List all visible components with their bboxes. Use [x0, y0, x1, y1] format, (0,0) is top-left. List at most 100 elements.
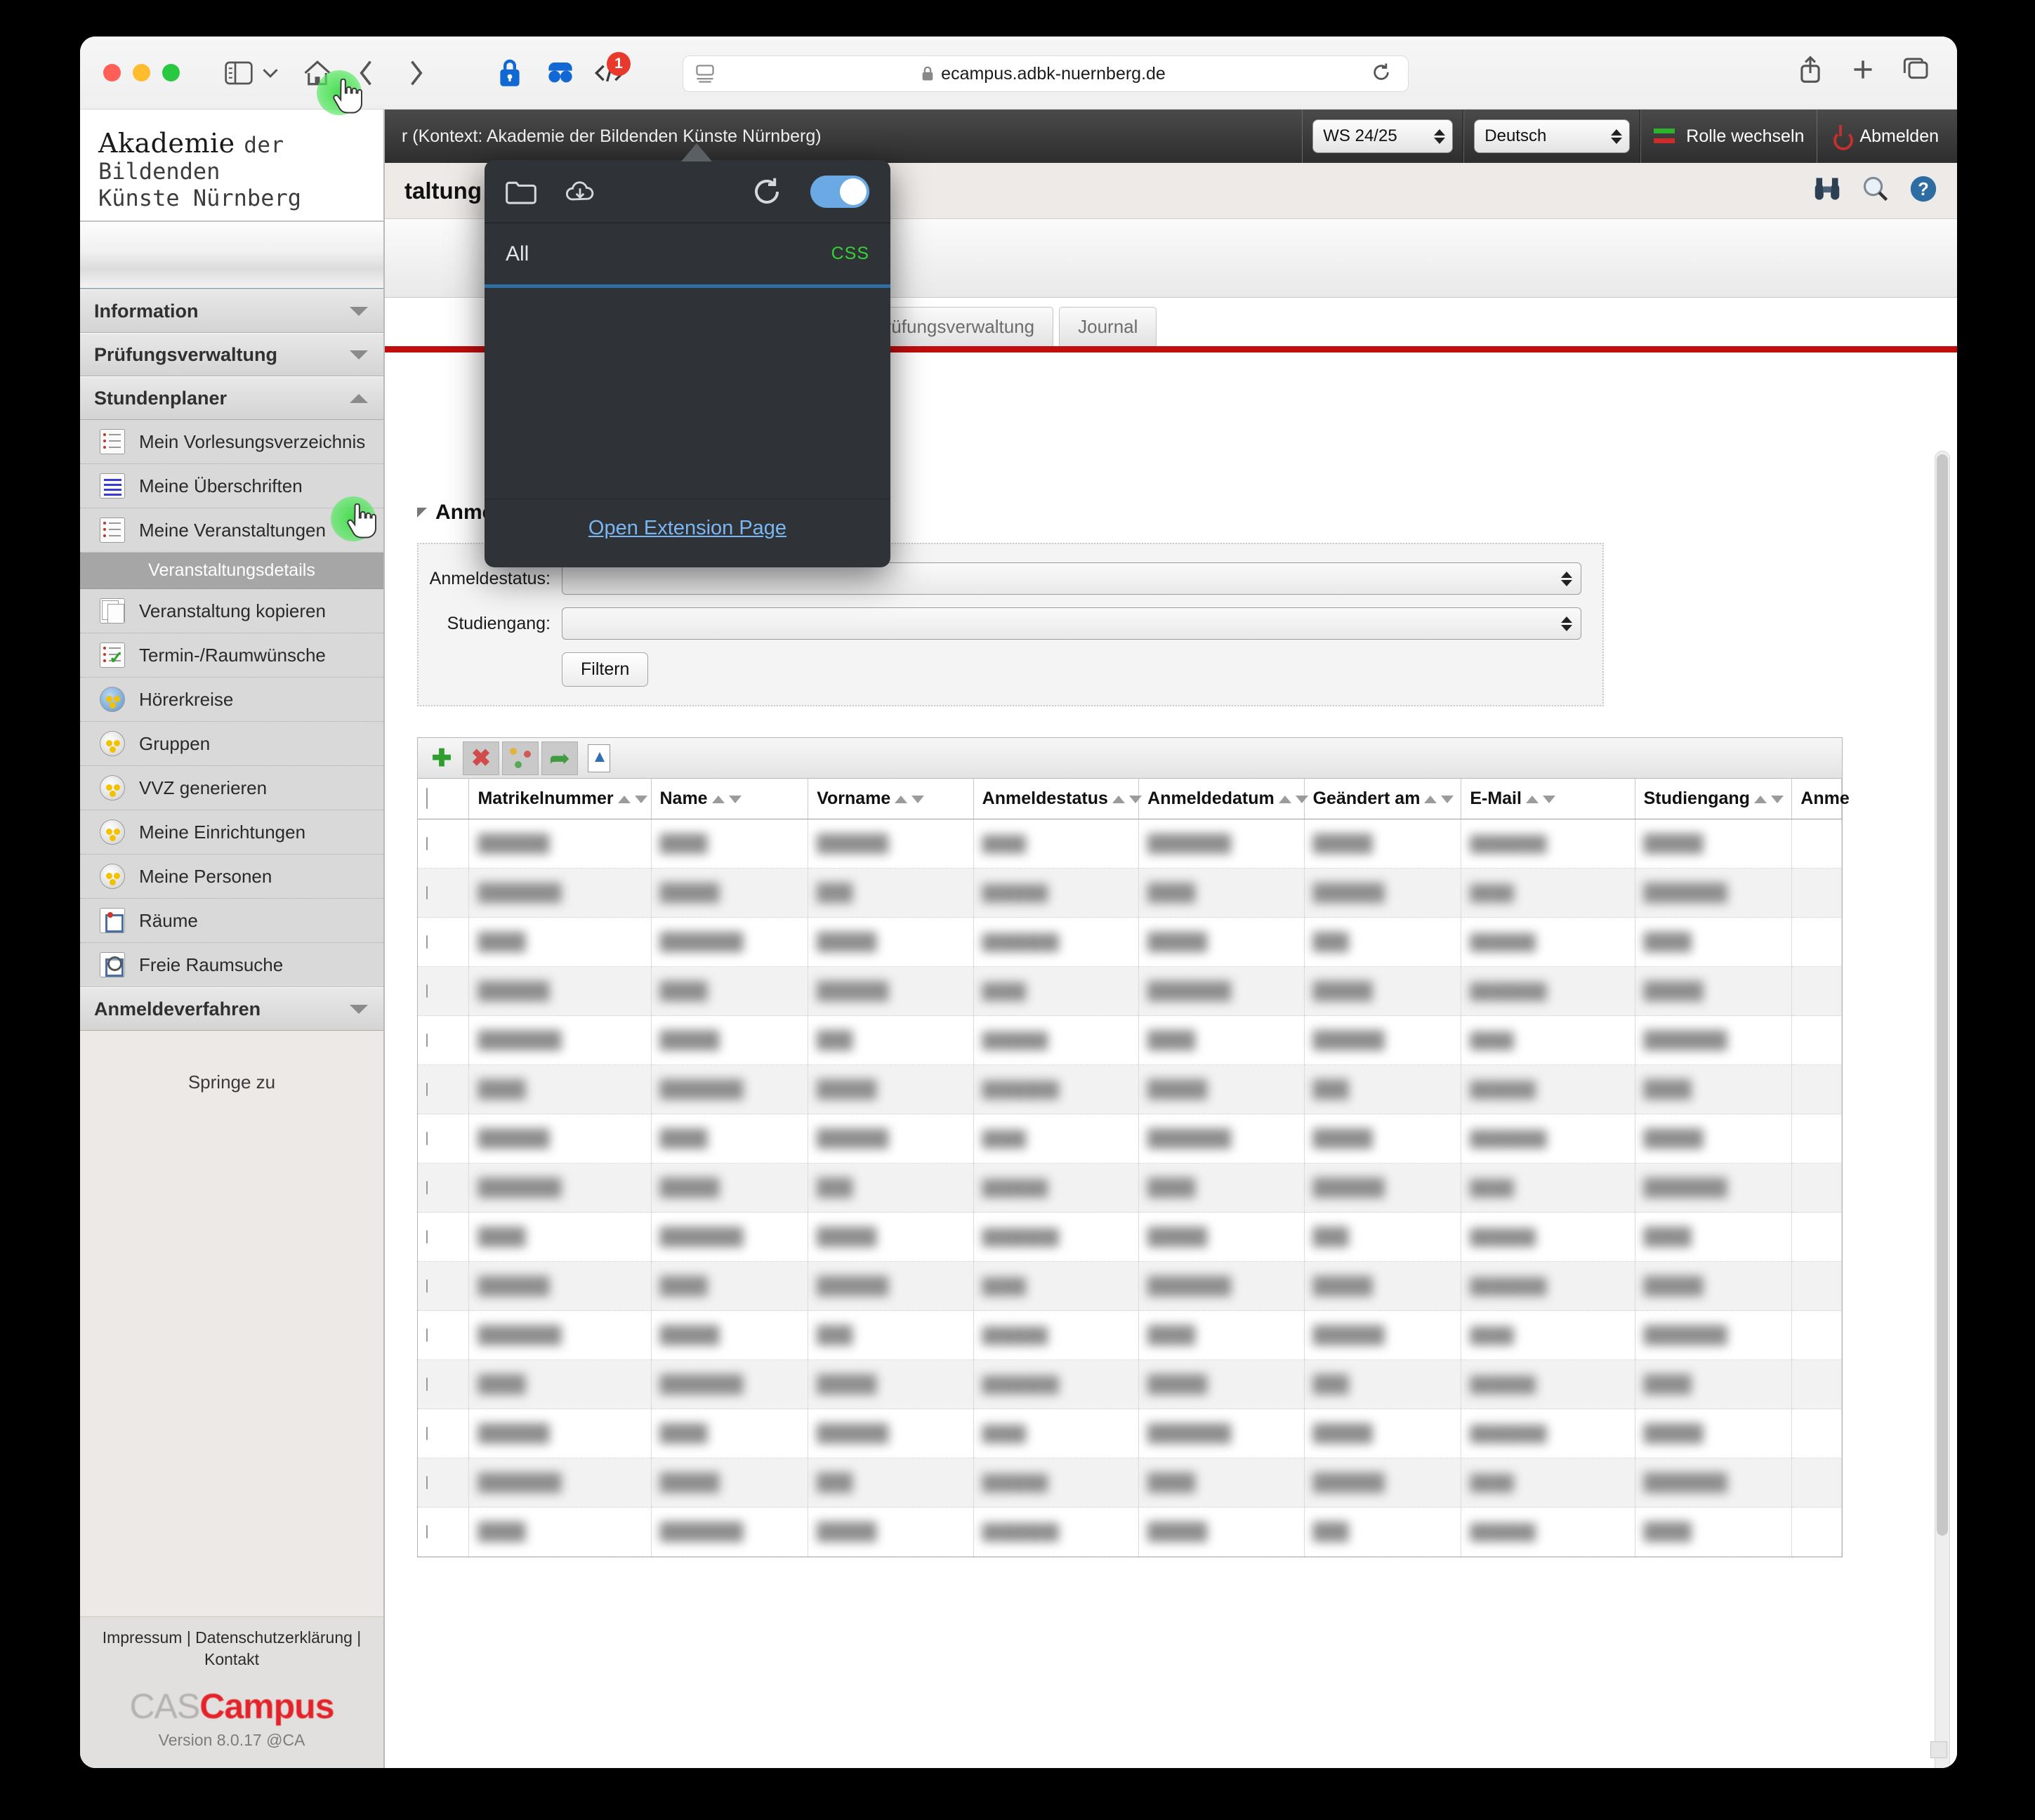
sort-desc-icon[interactable]	[1770, 795, 1784, 803]
tab-overview-icon[interactable]	[1902, 57, 1930, 86]
sort-asc-icon[interactable]	[711, 795, 725, 803]
term-select[interactable]: WS 24/25	[1312, 119, 1454, 153]
table-row[interactable]: ████████████████████████████████████████…	[418, 1409, 1842, 1458]
sidebar-item-hoererkreise[interactable]: Hörerkreise	[80, 678, 383, 722]
sort-asc-icon[interactable]	[1424, 795, 1437, 803]
sort-desc-icon[interactable]	[1441, 795, 1454, 803]
switch-role-button[interactable]: Rolle wechseln	[1640, 110, 1817, 163]
row-select-cell[interactable]	[418, 868, 470, 918]
table-row[interactable]: ████████████████████████████████████████…	[418, 966, 1842, 1016]
sidebar-icon[interactable]	[220, 55, 257, 91]
table-row[interactable]: ████████████████████████████████████████…	[418, 1212, 1842, 1262]
table-row[interactable]: ████████████████████████████████████████…	[418, 1507, 1842, 1557]
sidebar-section-anmeldeverfahren[interactable]: Anmeldeverfahren	[80, 987, 383, 1031]
row-select-cell[interactable]	[418, 1212, 470, 1262]
minimize-window-button[interactable]	[133, 64, 150, 81]
sidebar-item-veranstaltungsdetails[interactable]: Veranstaltungsdetails	[80, 553, 383, 589]
table-row[interactable]: ████████████████████████████████████████…	[418, 1163, 1842, 1213]
row-checkbox[interactable]	[426, 1377, 428, 1391]
column-header-vorname[interactable]: Vorname	[808, 779, 974, 819]
row-checkbox[interactable]	[426, 1524, 428, 1538]
lock-extension-icon[interactable]	[492, 55, 528, 91]
reload-icon[interactable]	[1371, 62, 1392, 86]
folder-icon[interactable]	[506, 176, 536, 207]
sort-desc-icon[interactable]	[634, 795, 647, 803]
sort-asc-icon[interactable]	[617, 795, 631, 803]
row-checkbox[interactable]	[426, 1426, 428, 1440]
code-extension-icon[interactable]: 1	[591, 51, 631, 91]
table-row[interactable]: ████████████████████████████████████████…	[418, 868, 1842, 918]
add-icon[interactable]: ✚	[423, 741, 460, 775]
footer-links[interactable]: Impressum | Datenschutzerklärung | Konta…	[94, 1627, 369, 1670]
table-row[interactable]: ████████████████████████████████████████…	[418, 1458, 1842, 1508]
content-scrollbar[interactable]	[1935, 451, 1950, 1768]
row-checkbox[interactable]	[426, 935, 428, 949]
sidebar-section-pruefungsverwaltung[interactable]: Prüfungsverwaltung	[80, 333, 383, 376]
column-header-matrikelnummer[interactable]: Matrikelnummer	[468, 779, 652, 819]
row-checkbox[interactable]	[426, 984, 428, 998]
sidebar-item-mein-vorlesungsverzeichnis[interactable]: Mein Vorlesungsverzeichnis	[80, 420, 383, 464]
table-row[interactable]: ████████████████████████████████████████…	[418, 917, 1842, 967]
open-extension-page-link[interactable]: Open Extension Page	[588, 517, 786, 540]
sidebar-item-raeume[interactable]: Räume	[80, 899, 383, 943]
column-header-email[interactable]: E-Mail	[1461, 779, 1635, 819]
close-window-button[interactable]	[103, 64, 121, 81]
extension-enable-toggle[interactable]	[810, 175, 869, 208]
maximize-window-button[interactable]	[162, 64, 180, 81]
language-select[interactable]: Deutsch	[1474, 119, 1631, 153]
tab-journal[interactable]: Journal	[1059, 307, 1157, 346]
row-select-cell[interactable]	[418, 917, 470, 967]
row-checkbox[interactable]	[426, 1131, 428, 1145]
table-row[interactable]: ████████████████████████████████████████…	[418, 1261, 1842, 1311]
table-row[interactable]: ████████████████████████████████████████…	[418, 1064, 1842, 1114]
column-header-name[interactable]: Name	[651, 779, 809, 819]
sort-desc-icon[interactable]	[1128, 795, 1142, 803]
row-checkbox[interactable]	[426, 1279, 428, 1293]
sidebar-section-information[interactable]: Information	[80, 289, 383, 333]
row-checkbox[interactable]	[426, 1082, 428, 1096]
column-header-geaendert-am[interactable]: Geändert am	[1304, 779, 1462, 819]
help-icon[interactable]: ?	[1909, 175, 1937, 206]
extension-icon[interactable]	[542, 55, 579, 91]
sort-asc-icon[interactable]	[1525, 795, 1539, 803]
sort-desc-icon[interactable]	[1295, 795, 1308, 803]
sort-asc-icon[interactable]	[895, 795, 908, 803]
column-header-anmeldedatum[interactable]: Anmeldedatum	[1138, 779, 1308, 819]
row-select-cell[interactable]	[418, 1359, 470, 1409]
row-select-cell[interactable]	[418, 819, 470, 869]
row-select-cell[interactable]	[418, 1114, 470, 1163]
row-select-cell[interactable]	[418, 1458, 470, 1508]
row-select-cell[interactable]	[418, 1015, 470, 1065]
plus-icon[interactable]	[1850, 57, 1876, 86]
row-select-cell[interactable]	[418, 1064, 470, 1114]
table-row[interactable]: ████████████████████████████████████████…	[418, 1310, 1842, 1360]
row-select-cell[interactable]	[418, 1261, 470, 1311]
magnifier-icon[interactable]	[1862, 176, 1890, 206]
row-checkbox[interactable]	[426, 836, 428, 850]
row-checkbox[interactable]	[426, 1328, 428, 1342]
popup-style-row[interactable]: All CSS	[485, 223, 890, 288]
sort-desc-icon[interactable]	[1542, 795, 1555, 803]
column-header-anmeldestatus[interactable]: Anmeldestatus	[973, 779, 1142, 819]
table-row[interactable]: ████████████████████████████████████████…	[418, 1114, 1842, 1163]
row-checkbox[interactable]	[426, 1229, 428, 1244]
binoculars-icon[interactable]	[1812, 176, 1842, 206]
row-select-cell[interactable]	[418, 966, 470, 1016]
sort-asc-icon[interactable]	[1112, 795, 1125, 803]
chevron-down-icon[interactable]	[260, 55, 281, 91]
sort-asc-icon[interactable]	[1753, 795, 1767, 803]
sort-desc-icon[interactable]	[911, 795, 925, 803]
reader-view-icon[interactable]	[694, 65, 716, 83]
refresh-icon[interactable]	[502, 741, 539, 775]
cloud-download-icon[interactable]	[565, 176, 595, 207]
delete-icon[interactable]: ✖	[463, 741, 499, 775]
sidebar-item-gruppen[interactable]: Gruppen	[80, 722, 383, 766]
export-icon[interactable]	[581, 741, 617, 775]
sidebar-item-termin-raumwuensche[interactable]: Termin-/Raumwünsche	[80, 633, 383, 678]
forward-icon[interactable]: ➦	[541, 741, 578, 775]
address-bar[interactable]: ecampus.adbk-nuernberg.de	[683, 55, 1409, 92]
sidebar-item-meine-personen[interactable]: Meine Personen	[80, 855, 383, 899]
sidebar-item-veranstaltung-kopieren[interactable]: Veranstaltung kopieren	[80, 589, 383, 633]
sidebar-item-meine-einrichtungen[interactable]: Meine Einrichtungen	[80, 810, 383, 855]
sort-desc-icon[interactable]	[728, 795, 742, 803]
